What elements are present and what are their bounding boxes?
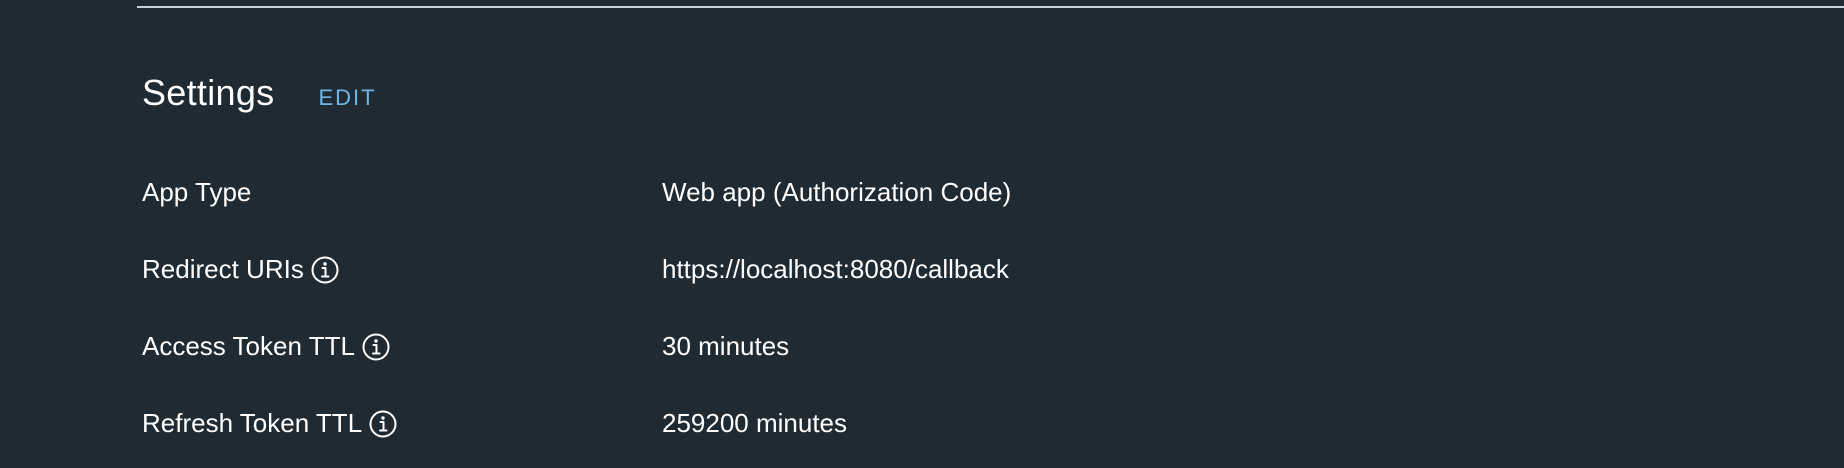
refresh-token-ttl-label-cell: Refresh Token TTL	[142, 408, 662, 439]
settings-row-redirect-uris: Redirect URIs https://localhost:8080/cal…	[142, 231, 1742, 308]
top-divider	[137, 6, 1844, 8]
access-token-ttl-label-cell: Access Token TTL	[142, 331, 662, 362]
edit-button[interactable]: EDIT	[318, 85, 376, 111]
settings-title: Settings	[142, 72, 275, 113]
info-icon[interactable]	[310, 255, 340, 285]
settings-panel: Settings EDIT App Type Web app (Authoriz…	[0, 0, 1844, 468]
settings-header: Settings EDIT	[142, 72, 377, 114]
info-icon-graphic	[311, 256, 339, 283]
refresh-token-ttl-value: 259200 minutes	[662, 408, 848, 438]
info-icon-graphic	[362, 333, 390, 360]
redirect-uris-label: Redirect URIs	[142, 254, 304, 284]
app-type-label-cell: App Type	[142, 177, 662, 208]
info-icon[interactable]	[361, 332, 391, 362]
settings-row-refresh-token-ttl: Refresh Token TTL 259200 minutes	[142, 385, 1742, 462]
refresh-token-ttl-label: Refresh Token TTL	[142, 408, 363, 438]
settings-row-app-type: App Type Web app (Authorization Code)	[142, 154, 1742, 231]
info-icon[interactable]	[368, 409, 398, 439]
redirect-uris-label-cell: Redirect URIs	[142, 254, 662, 285]
app-type-label: App Type	[142, 177, 252, 207]
redirect-uris-value: https://localhost:8080/callback	[662, 254, 1009, 284]
settings-list: App Type Web app (Authorization Code) Re…	[142, 154, 1742, 462]
settings-row-access-token-ttl: Access Token TTL 30 minutes	[142, 308, 1742, 385]
access-token-ttl-value: 30 minutes	[662, 331, 790, 361]
app-type-value: Web app (Authorization Code)	[662, 177, 1012, 207]
info-icon-graphic	[369, 410, 397, 437]
access-token-ttl-label: Access Token TTL	[142, 331, 355, 361]
